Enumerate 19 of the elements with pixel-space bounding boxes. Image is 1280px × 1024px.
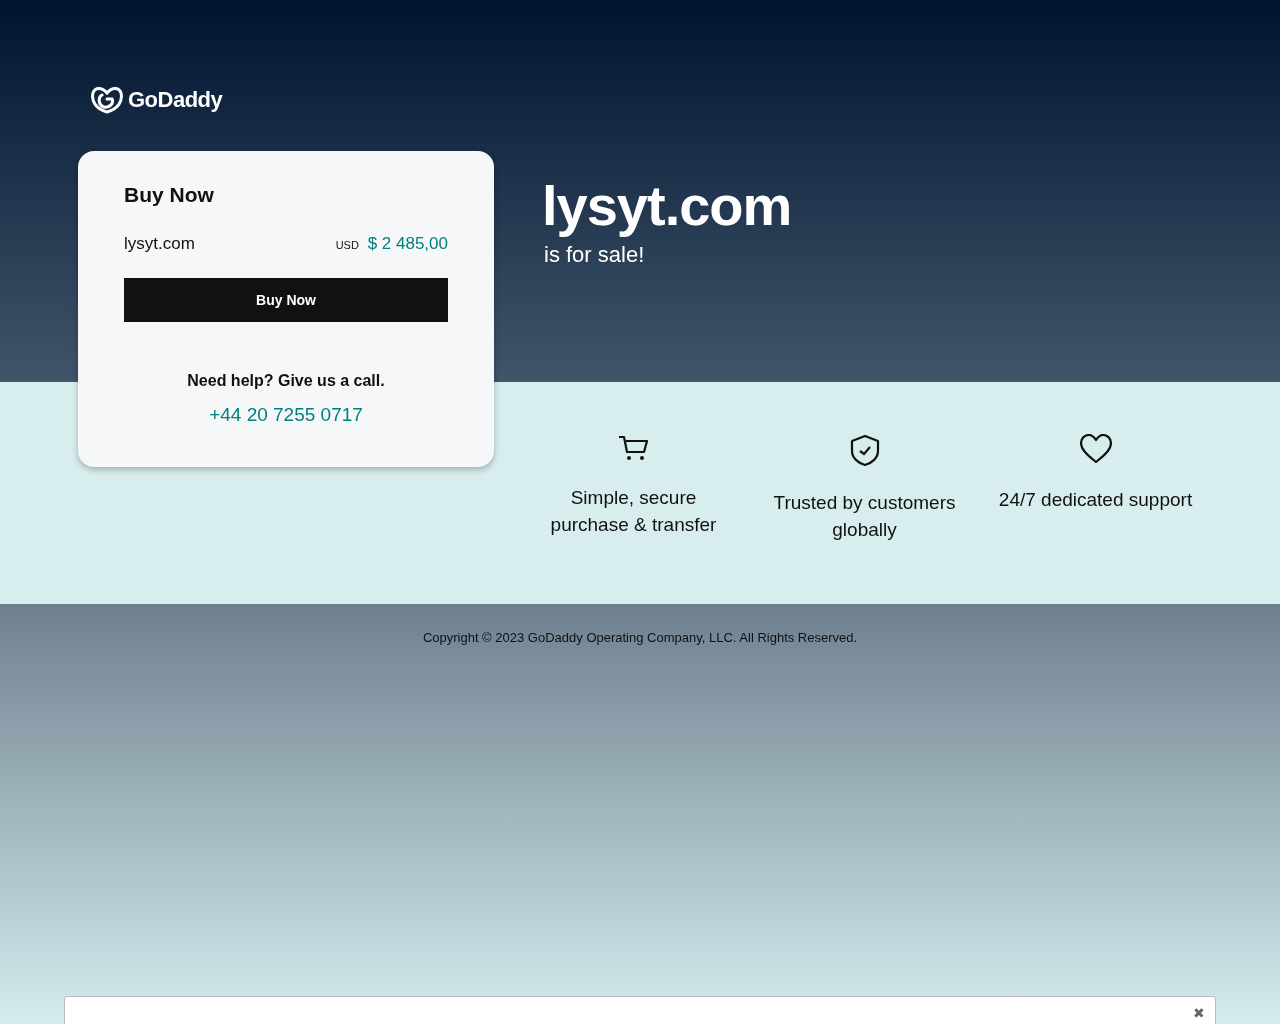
cart-icon bbox=[617, 434, 650, 462]
domain-name: lysyt.com bbox=[124, 234, 195, 254]
heart-icon bbox=[1078, 434, 1113, 464]
price: $ 2 485,00 bbox=[367, 234, 448, 253]
logo-text[interactable]: GoDaddy bbox=[128, 87, 223, 113]
phone-link[interactable]: +44 20 7255 0717 bbox=[124, 404, 448, 426]
close-button[interactable]: ✖ bbox=[1191, 1003, 1207, 1023]
sale-subtitle: is for sale! bbox=[544, 242, 646, 268]
copyright-text: Copyright © 2023 GoDaddy Operating Company, LLC. All Rights Reserved. bbox=[421, 630, 859, 645]
help-text: Need help? Give us a call. bbox=[186, 372, 386, 390]
currency-label: USD bbox=[335, 239, 359, 251]
feature-text: Trusted by customers globally bbox=[772, 491, 957, 542]
logo-icon bbox=[90, 85, 124, 115]
domain-title: lysyt.com bbox=[542, 173, 792, 238]
buy-now-button[interactable]: Buy Now bbox=[124, 278, 448, 322]
shield-check-icon bbox=[849, 434, 880, 467]
feature-text: 24/7 dedicated support bbox=[997, 488, 1194, 512]
feature-text: Simple, secure purchase & transfer bbox=[549, 486, 718, 537]
card-title: Buy Now bbox=[124, 183, 215, 207]
